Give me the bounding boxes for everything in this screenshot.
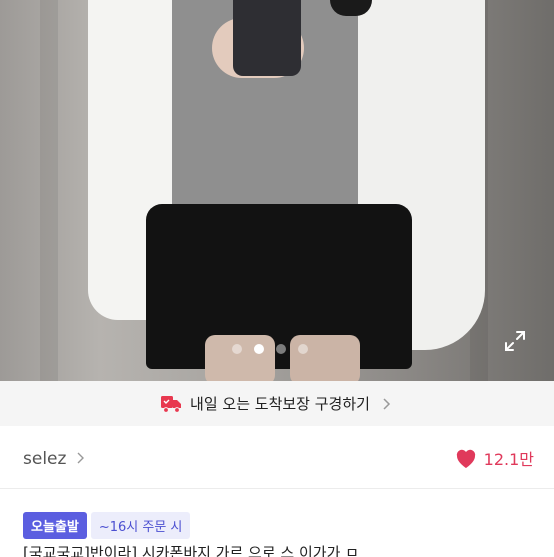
same-day-badge: 오늘출발	[23, 512, 87, 539]
pagination-dot[interactable]	[276, 344, 286, 354]
pagination-dot[interactable]	[232, 344, 242, 354]
leg-right	[290, 335, 360, 381]
pagination-dot-active[interactable]	[254, 344, 264, 354]
divider	[0, 488, 554, 489]
product-title: [국교국교]반이라] 시카폰바지 가르 으로 스 이가가 ㅁ	[23, 545, 359, 557]
curtain-fold	[40, 0, 58, 381]
shipping-badges: 오늘출발 ~16시 주문 시	[23, 512, 191, 539]
product-image-gallery[interactable]	[0, 0, 554, 381]
expand-arrows-icon[interactable]	[503, 329, 527, 353]
leg-left	[205, 335, 275, 381]
heart-icon	[456, 449, 475, 468]
like-button[interactable]: 12.1만	[454, 446, 534, 470]
phone	[233, 0, 301, 76]
delivery-guarantee-banner[interactable]: 내일 오는 도착보장 구경하기	[0, 381, 554, 426]
shop-name-link[interactable]: selez	[23, 449, 66, 469]
delivery-banner-label: 내일 오는 도착보장 구경하기	[190, 395, 370, 413]
chevron-right-icon[interactable]	[75, 450, 87, 466]
pagination-dot[interactable]	[298, 344, 308, 354]
like-count: 12.1만	[483, 450, 534, 469]
chevron-right-icon	[383, 397, 391, 410]
gallery-pagination	[232, 344, 308, 356]
truck-icon	[161, 395, 182, 413]
shop-row: selez 12.1만	[0, 430, 554, 486]
order-deadline-badge: ~16시 주문 시	[90, 512, 191, 539]
